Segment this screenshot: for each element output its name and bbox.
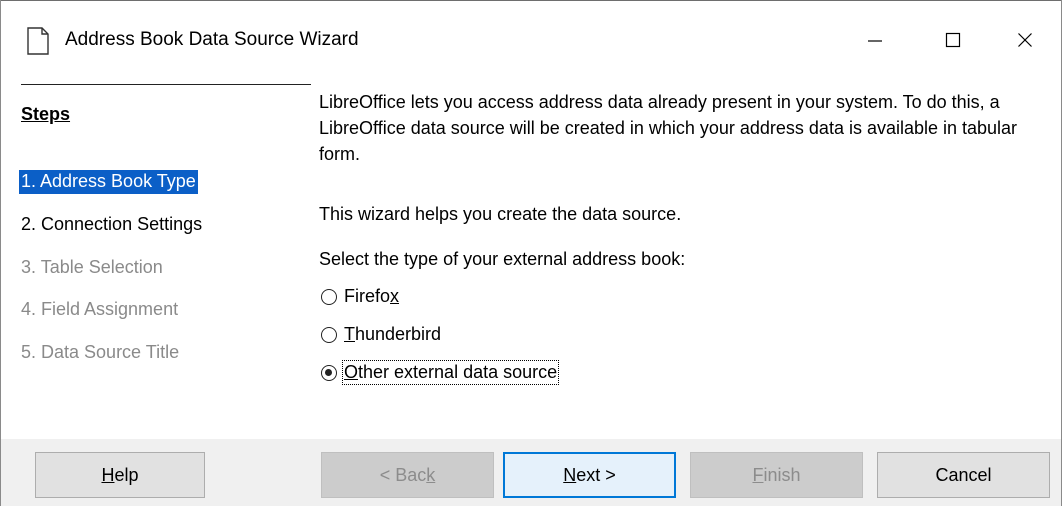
steps-heading: Steps [21,104,71,124]
other-external-radio[interactable] [321,364,337,381]
minimize-icon [867,32,883,53]
next-button[interactable]: Next > [503,452,676,498]
window-title: Address Book Data Source Wizard [65,29,359,50]
wizard-window: Address Book Data Source Wizard Steps 1.… [0,0,1062,506]
title-bar[interactable]: Address Book Data Source Wizard [1,0,1061,82]
other-external-label[interactable]: Other external data source [341,360,560,385]
step-connection-settings[interactable]: 2. Connection Settings [19,213,204,237]
option-firefox[interactable]: Firefox [321,286,399,307]
firefox-label[interactable]: Firefox [344,286,399,307]
document-icon [27,27,49,55]
option-other-external[interactable]: Other external data source [321,360,560,385]
back-button: < Bac k [321,452,494,498]
step-data-source-title: 5. Data Source Title [21,342,180,362]
cancel-button[interactable]: Cancel [877,452,1050,498]
thunderbird-label[interactable]: Thunderbird [344,324,441,345]
close-icon [1017,32,1033,53]
step-address-book-type[interactable]: 1. Address Book Type [19,170,198,194]
firefox-radio[interactable] [321,288,337,305]
step-table-selection: 3. Table Selection [21,257,163,277]
option-thunderbird[interactable]: Thunderbird [321,324,441,345]
select-prompt: Select the type of your external address… [319,249,686,269]
steps-divider [21,84,311,85]
minimize-button[interactable] [843,13,907,71]
step-field-assignment: 4. Field Assignment [21,299,179,319]
helper-text: This wizard helps you create the data so… [319,204,682,224]
maximize-icon [945,32,961,53]
finish-button: Finish [690,452,863,498]
maximize-button[interactable] [921,13,985,71]
close-button[interactable] [993,13,1057,71]
thunderbird-radio[interactable] [321,326,337,343]
intro-text: LibreOffice lets you access address data… [319,92,1018,164]
help-button[interactable]: Help [35,452,205,498]
